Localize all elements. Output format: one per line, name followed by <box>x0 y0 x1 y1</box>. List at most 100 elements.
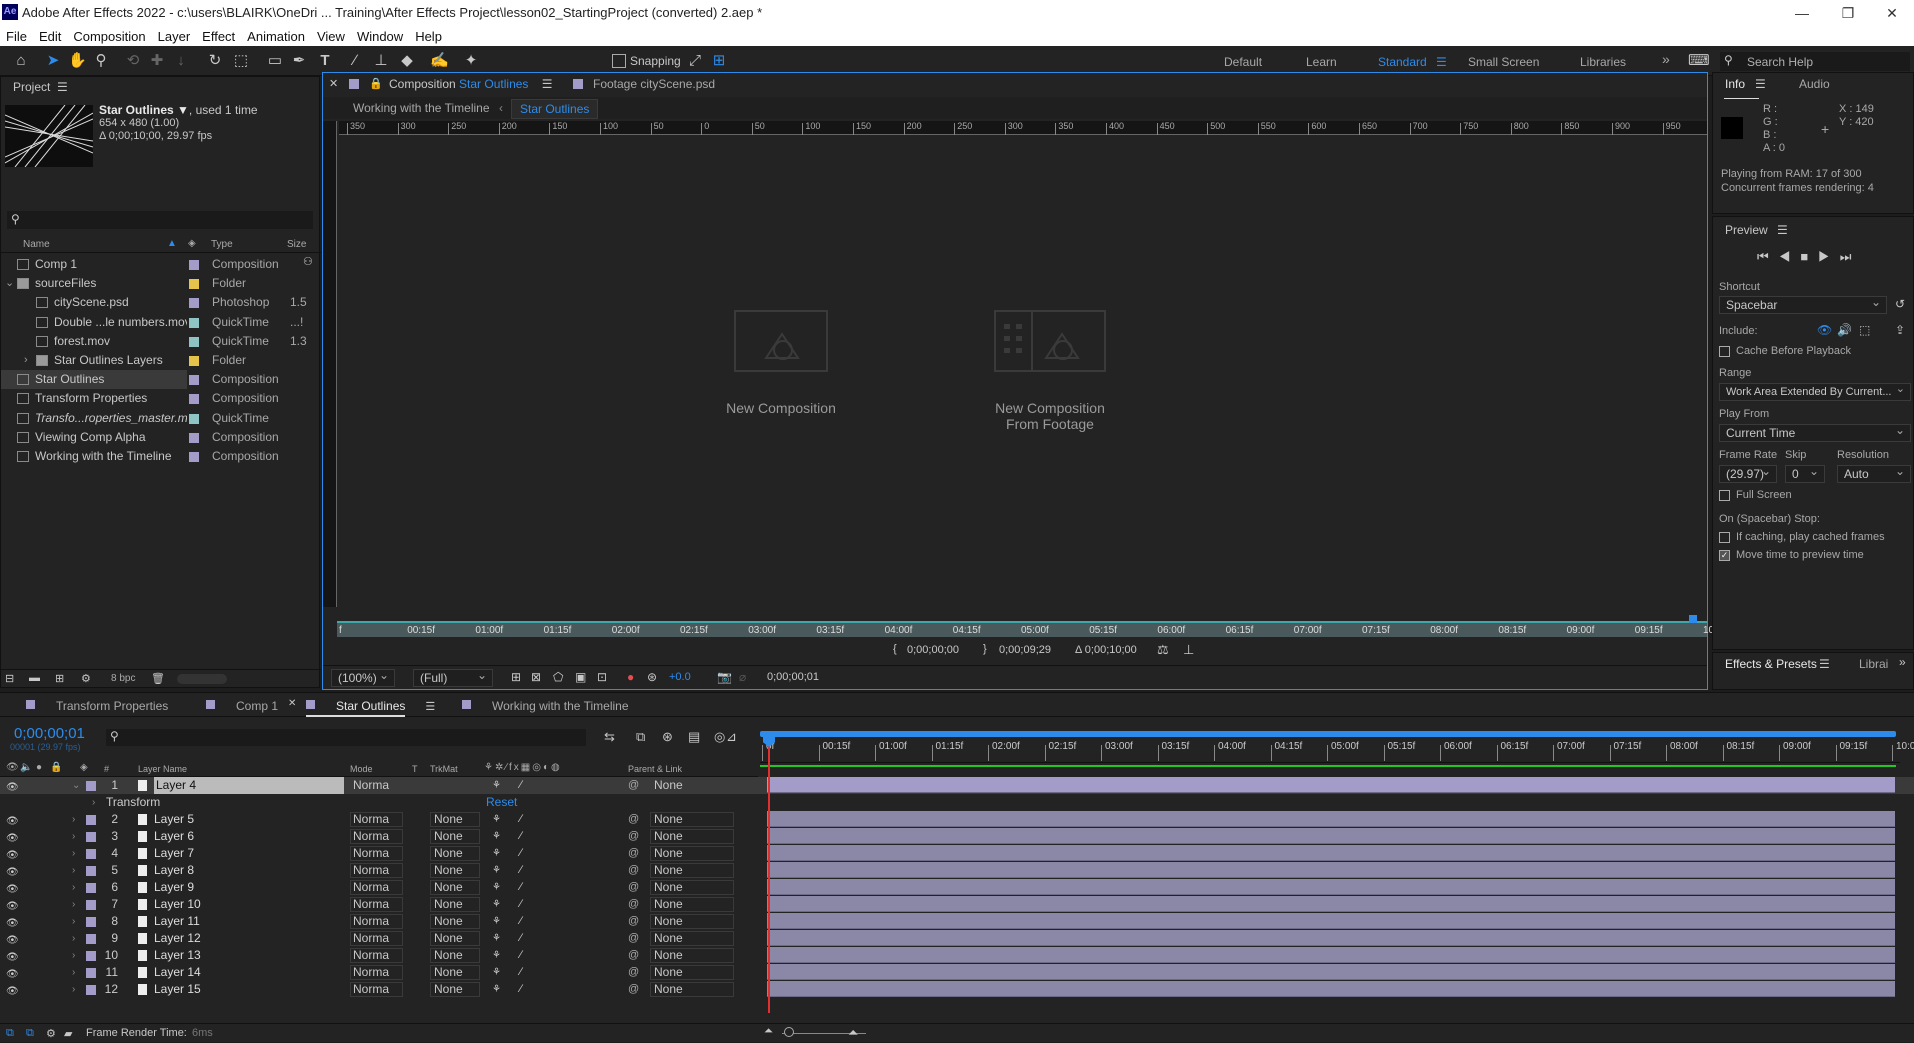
parent-dropdown[interactable]: None <box>650 948 734 963</box>
transparency-grid-icon[interactable]: ⊠ <box>531 670 541 684</box>
layer-name[interactable]: Layer 13 <box>154 947 201 964</box>
libraries-tab[interactable]: Librai <box>1859 657 1888 671</box>
dolly-camera-icon[interactable]: ↓ <box>172 52 190 70</box>
project-panel-title[interactable]: Project <box>13 79 50 95</box>
layer-expand-arrow-icon[interactable]: › <box>72 930 75 947</box>
duration-time[interactable]: Δ 0;00;10;00 <box>1075 644 1137 656</box>
new-comp-from-footage-label[interactable]: New Composition From Footage <box>962 400 1138 432</box>
timeline-layer-row[interactable]: 👁 › 10 Layer 13 Norma None ⚘ ∕ @ None <box>0 947 1914 964</box>
timeline-layer-row[interactable]: 👁 › 3 Layer 6 Norma None ⚘ ∕ @ None <box>0 828 1914 845</box>
quality-switch-icon[interactable]: ∕ <box>520 964 522 981</box>
shy-switch-icon[interactable]: ⚘ <box>492 964 501 981</box>
layer-name[interactable]: Layer 9 <box>154 879 194 896</box>
parent-dropdown[interactable]: None <box>650 914 734 929</box>
reset-exposure-icon[interactable]: ⊛ <box>647 670 657 684</box>
layer-label-swatch[interactable] <box>86 866 96 876</box>
new-comp-from-footage-icon[interactable] <box>994 310 1106 372</box>
workspace-standard[interactable]: Standard <box>1378 55 1427 69</box>
footage-tab[interactable]: Footage cityScene.psd <box>593 77 715 91</box>
timeline-layer-row[interactable]: 👁 › 2 Layer 5 Norma None ⚘ ∕ @ None <box>0 811 1914 828</box>
col-trkmat[interactable]: TrkMat <box>430 764 458 774</box>
label-column-icon[interactable]: ◈ <box>188 238 196 249</box>
layer-label-swatch[interactable] <box>86 917 96 927</box>
in-time[interactable]: 0;00;00;00 <box>907 644 959 656</box>
video-switch-header-icon[interactable]: 👁 <box>6 762 19 773</box>
col-name[interactable]: Name <box>23 239 50 250</box>
frame-blending-icon[interactable]: ▤ <box>688 729 700 745</box>
roto-brush-icon[interactable]: ✍ <box>430 52 449 70</box>
layer-mode-dropdown[interactable]: Norma <box>350 982 403 997</box>
layer-mode-dropdown[interactable]: Norma <box>350 897 403 912</box>
puppet-tool-icon[interactable]: ✦ <box>462 52 480 70</box>
col-parent[interactable]: Parent & Link <box>628 764 682 774</box>
project-item[interactable]: Viewing Comp Alpha Composition <box>1 428 321 447</box>
toggle-render-time-icon[interactable]: ⚙ <box>46 1027 56 1040</box>
track-matte-dropdown[interactable]: None <box>430 897 480 912</box>
full-screen-checkbox[interactable] <box>1719 489 1730 501</box>
sort-asc-icon[interactable]: ▲ <box>167 238 177 249</box>
label-swatch[interactable] <box>189 336 199 347</box>
quality-switch-icon[interactable]: ∕ <box>520 896 522 913</box>
quality-switch-icon[interactable]: ∕ <box>520 879 522 896</box>
preview-menu-icon[interactable]: ☰ <box>1777 223 1788 237</box>
shy-switch-icon[interactable]: ⚘ <box>492 811 501 828</box>
range-dropdown[interactable]: Work Area Extended By Current... <box>1719 381 1911 401</box>
extend-work-area-icon[interactable]: ⚖ <box>1157 642 1169 658</box>
bit-depth-button[interactable]: 8 bpc <box>111 673 135 684</box>
layer-mode-dropdown[interactable]: Norma <box>350 846 403 861</box>
breadcrumb-star-outlines[interactable]: Star Outlines <box>511 99 599 119</box>
include-passthrough-icon[interactable]: ⇪ <box>1895 323 1905 337</box>
timeline-current-time[interactable]: 0;00;00;01 <box>14 725 85 742</box>
zoom-in-icon[interactable]: ⏶ <box>848 1025 858 1041</box>
trim-work-area-icon[interactable]: ⊥ <box>1183 642 1194 658</box>
shy-switch-icon[interactable]: ⚘ <box>492 862 501 879</box>
layer-duration-bar[interactable] <box>767 828 1895 844</box>
tab-menu-icon[interactable]: ☰ <box>425 701 435 713</box>
pick-whip-icon[interactable]: @ <box>628 845 639 862</box>
shy-switch-icon[interactable]: ⚘ <box>492 777 501 794</box>
label-swatch[interactable] <box>189 356 199 366</box>
pan-behind-tool-icon[interactable]: ⬚ <box>232 52 250 70</box>
project-item[interactable]: Comp 1 Composition <box>1 255 321 274</box>
first-frame-icon[interactable]: ⏮ <box>1757 249 1779 264</box>
layer-mode-dropdown[interactable]: Norma <box>350 880 403 895</box>
effects-overflow-icon[interactable]: » <box>1899 655 1906 669</box>
include-video-icon[interactable]: 👁 <box>1817 323 1832 337</box>
workspace-default[interactable]: Default <box>1224 55 1262 69</box>
layer-expand-arrow-icon[interactable]: › <box>72 828 75 845</box>
layer-mode-dropdown[interactable]: Norma <box>350 948 403 963</box>
layer-duration-bar[interactable] <box>767 981 1895 997</box>
new-comp-icon[interactable]: ⊞ <box>55 672 64 685</box>
quality-switch-icon[interactable]: ∕ <box>520 828 522 845</box>
play-from-dropdown[interactable]: Current Time <box>1719 422 1911 442</box>
project-search-input[interactable]: ⚲ <box>7 211 313 229</box>
track-matte-dropdown[interactable]: None <box>430 931 480 946</box>
project-item[interactable]: Double ...le numbers.mov QuickTime...! <box>1 313 321 332</box>
layer-name[interactable]: Layer 7 <box>154 845 194 862</box>
grid-guides-icon[interactable]: ⊡ <box>597 670 607 684</box>
shy-switch-icon[interactable]: ⚘ <box>492 930 501 947</box>
maximize-button[interactable]: ❐ <box>1828 2 1868 24</box>
left-ruler[interactable] <box>323 121 337 607</box>
layer-visibility-icon[interactable]: 👁 <box>6 983 19 1000</box>
include-audio-icon[interactable]: 🔊 <box>1837 323 1852 337</box>
timeline-layer-row[interactable]: 👁 › 4 Layer 7 Norma None ⚘ ∕ @ None <box>0 845 1914 862</box>
col-type[interactable]: Type <box>211 239 233 250</box>
comp-close-icon[interactable]: ✕ <box>329 77 338 90</box>
snap-features-icon[interactable]: ⊞ <box>710 52 728 70</box>
timeline-layer-row[interactable]: 👁 › 6 Layer 9 Norma None ⚘ ∕ @ None <box>0 879 1914 896</box>
layer-mode-dropdown[interactable]: Norma <box>350 965 403 980</box>
new-composition-icon[interactable] <box>734 310 828 372</box>
menu-edit[interactable]: Edit <box>39 29 61 44</box>
parent-dropdown[interactable]: None <box>650 897 734 912</box>
pick-whip-icon[interactable]: @ <box>628 879 639 896</box>
project-item[interactable]: Working with the Timeline Composition <box>1 447 321 466</box>
label-swatch[interactable] <box>189 260 199 270</box>
project-settings-icon[interactable]: ⚙ <box>81 672 91 685</box>
brush-tool-icon[interactable]: ∕ <box>346 52 364 70</box>
if-caching-option[interactable]: If caching, play cached frames <box>1719 531 1885 543</box>
type-tool-icon[interactable]: T <box>316 52 334 70</box>
pick-whip-icon[interactable]: @ <box>628 964 639 981</box>
quality-switch-icon[interactable]: ∕ <box>520 777 522 794</box>
cache-checkbox[interactable] <box>1719 345 1730 357</box>
